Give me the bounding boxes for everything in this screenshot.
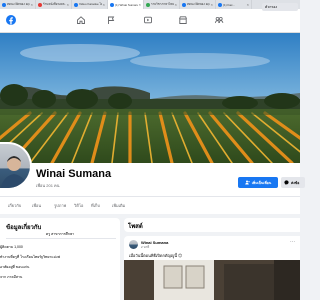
tab-label: ทดนะเปิดของ ฮ(no...: [7, 2, 30, 6]
close-tab-icon[interactable]: ×: [31, 2, 33, 7]
cover-photo[interactable]: [0, 33, 300, 163]
pages-flag-icon[interactable]: [106, 15, 116, 25]
posts-title: โพสต์: [128, 224, 143, 230]
lives-in-line: อาศัยอยู่ที่ ขอนแก่น: [0, 264, 29, 270]
tab-label: ร้านหนังสือรอยล...: [43, 2, 66, 6]
watch-video-icon[interactable]: [143, 15, 153, 25]
browser-tab-active[interactable]: (1) Winai Sumana ×: [108, 0, 144, 9]
post-photo[interactable]: [124, 260, 300, 300]
intro-card: ข้อมูลเกี่ยวกับ ครู สาขาการศึกษา ผู้ติดต…: [0, 218, 120, 300]
tab-label: Video Karaoke ไท...: [79, 2, 102, 6]
add-friend-button[interactable]: เพิ่มเป็นเพื่อน: [238, 177, 278, 188]
marketplace-icon[interactable]: [178, 15, 188, 25]
post-timestamp[interactable]: 2 นาที: [141, 245, 149, 250]
tab-label: รายวิชาภาษาไทย...: [151, 2, 174, 6]
tab-favicon-icon: [38, 2, 42, 7]
tab-label: ทดนะเปิดของ ฮ(no...: [187, 2, 210, 6]
post-options-icon[interactable]: ···: [290, 239, 295, 245]
close-tab-icon[interactable]: ×: [211, 2, 213, 7]
close-tab-icon[interactable]: ×: [247, 2, 249, 7]
hometown-text[interactable]: จาก ภาคอีสาน: [0, 275, 22, 279]
post-room-photo: [124, 260, 300, 300]
browser-tab[interactable]: ทดนะเปิดของ ฮ(no...×: [0, 0, 36, 9]
profile-name: Winai Sumana: [36, 168, 112, 180]
tab-favicon-icon: [218, 2, 222, 7]
browser-tab[interactable]: (1) Fac... ×: [216, 0, 252, 9]
tab-favicon-icon: [146, 2, 150, 7]
posts-header: โพสต์: [124, 218, 300, 232]
close-tab-icon[interactable]: ×: [67, 2, 69, 7]
tab-friends[interactable]: เพื่อน: [32, 202, 41, 209]
tab-label: (1) Winai Sumana: [115, 2, 138, 7]
tab-label: (1) Fac...: [223, 2, 236, 7]
browser-tab-strip: ทดนะเปิดของ ฮ(no...× ร้านหนังสือรอยล...×…: [0, 0, 300, 9]
tab-favicon-icon: [2, 2, 6, 7]
divider: [6, 238, 116, 239]
profile-tabs: เกี่ยวกับ เพื่อน รูปภาพ วิดีโอ ที่เก็บ เ…: [0, 196, 300, 214]
tab-videos[interactable]: วิดีโอ: [74, 202, 83, 209]
lives-in-text[interactable]: อาศัยอยู่ที่ ขอนแก่น: [0, 265, 29, 269]
browser-tab[interactable]: รายวิชาภาษาไทย...×: [144, 0, 180, 9]
tab-archive[interactable]: ที่เก็บ: [91, 202, 100, 209]
home-icon[interactable]: [76, 15, 86, 25]
tab-favicon-icon: [182, 2, 186, 7]
add-person-icon: [244, 180, 250, 186]
facebook-logo-icon[interactable]: [6, 15, 16, 25]
tab-more[interactable]: เพิ่มเติม: [112, 202, 125, 209]
post-card: Winai Sumana 2 นาที ··· เมื่อวันนี้ตอนพิ…: [124, 236, 300, 300]
marigold-field-landscape: [0, 33, 300, 163]
facebook-top-nav: [0, 9, 300, 33]
tab-favicon-icon: [110, 2, 114, 7]
followers-line: ผู้ติดตาม 1,000: [0, 244, 23, 250]
post-author-avatar[interactable]: [129, 240, 138, 249]
tab-favicon-icon: [74, 2, 78, 7]
workplace-text[interactable]: ทำงานที่ครูที่ โรงเรียนไทยรัฐวิทยาแม่งฟ: [0, 255, 60, 259]
work-line: ทำงานที่ครูที่ โรงเรียนไทยรัฐวิทยาแม่งฟ: [0, 254, 60, 260]
message-label: ส่งข้อ: [291, 180, 300, 185]
message-button[interactable]: ส่งข้อ: [281, 177, 305, 188]
close-tab-icon[interactable]: ×: [175, 2, 177, 7]
add-friend-label: เพิ่มเป็นเพื่อน: [251, 180, 272, 185]
messenger-icon: [284, 179, 289, 186]
from-line: จาก ภาคอีสาน: [0, 274, 22, 280]
intro-bio: ครู สาขาการศึกษา: [45, 232, 75, 236]
tab-photos[interactable]: รูปภาพ: [54, 202, 66, 209]
filters-label: ตัวกรอง: [265, 5, 278, 9]
groups-icon[interactable]: [214, 15, 224, 25]
followers-count: ผู้ติดตาม 1,000: [0, 245, 23, 249]
post-text: เมื่อวันนี้ตอนพิธีเปิดกตัญญูนี้ 😊: [129, 253, 183, 258]
browser-tab[interactable]: Video Karaoke ไท...×: [72, 0, 108, 9]
browser-tab[interactable]: ทดนะเปิดของ ฮ(no...×: [180, 0, 216, 9]
close-tab-icon[interactable]: ×: [103, 2, 105, 7]
tab-about[interactable]: เกี่ยวกับ: [8, 202, 21, 209]
friends-count[interactable]: เพื่อน 201 คน: [36, 182, 59, 189]
browser-tab[interactable]: ร้านหนังสือรอยล... ×: [36, 0, 72, 9]
filters-button[interactable]: ตัวกรอง: [262, 3, 298, 11]
close-tab-icon[interactable]: ×: [139, 2, 141, 7]
